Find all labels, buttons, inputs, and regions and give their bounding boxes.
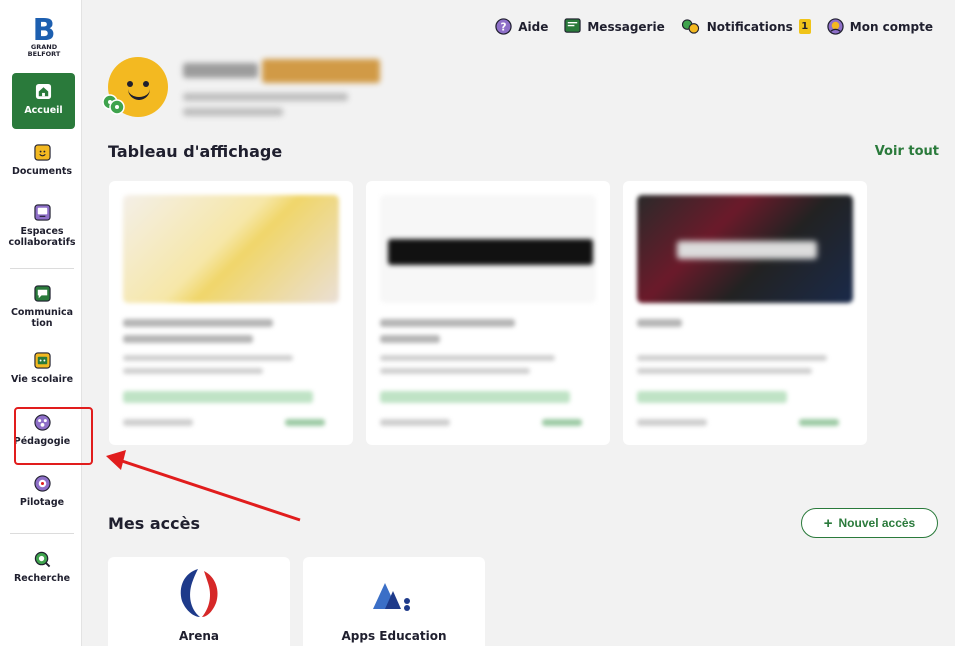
user-school-blurred	[183, 93, 348, 101]
username-blurred	[262, 59, 380, 83]
sidebar-item-label: Vie scolaire	[10, 374, 74, 385]
help-icon: ?	[495, 18, 512, 35]
notifications-label: Notifications	[706, 19, 793, 34]
sidebar-item-label: Communica tion	[10, 307, 74, 329]
grand-belfort-logo[interactable]: B GRAND BELFORT	[26, 13, 62, 58]
news-card-text-blurred	[637, 368, 812, 374]
bulletin-board-title: Tableau d'affichage	[108, 142, 283, 161]
see-all-link[interactable]: Voir tout	[875, 144, 939, 159]
sidebar-item-pilotage[interactable]: Pilotage	[8, 475, 76, 508]
sidebar-item-label: Espaces collaboratifs	[8, 226, 76, 248]
greeting-blurred	[183, 63, 258, 78]
news-card-title-blurred	[380, 335, 440, 343]
news-card-tag-blurred	[123, 391, 313, 403]
logo-line-2: BELFORT	[27, 50, 61, 58]
avatar-mouth	[128, 89, 150, 100]
access-tile-arena[interactable]: Arena	[108, 557, 290, 646]
top-bar: ? Aide Messagerie Notifications 1 Mon co…	[495, 18, 933, 35]
communication-icon	[33, 285, 51, 302]
svg-text:?: ?	[501, 21, 507, 33]
messaging-link[interactable]: Messagerie	[564, 18, 665, 35]
access-tile-label: Arena	[179, 629, 219, 643]
news-card-tag-blurred	[637, 391, 787, 403]
news-card-image	[637, 195, 853, 303]
search-icon	[34, 551, 50, 568]
messaging-icon	[564, 18, 581, 33]
news-card-title-blurred	[123, 335, 253, 343]
my-access-title: Mes accès	[108, 514, 201, 533]
new-access-button[interactable]: + Nouvel accès	[801, 508, 938, 538]
news-card-tag-blurred	[380, 391, 570, 403]
account-label: Mon compte	[849, 19, 933, 34]
account-icon	[827, 18, 844, 35]
school-life-icon	[33, 352, 51, 369]
news-card-title-blurred	[123, 319, 273, 327]
news-card[interactable]	[366, 181, 610, 445]
help-label: Aide	[518, 19, 549, 34]
sidebar-item-accueil[interactable]: Accueil	[12, 73, 75, 129]
sidebar-item-vie-scolaire[interactable]: Vie scolaire	[8, 352, 76, 385]
avatar-eye	[127, 81, 133, 87]
logo-letter: B	[32, 13, 56, 48]
news-card-date-blurred	[380, 419, 450, 426]
sidebar-item-label: Documents	[11, 166, 73, 177]
plus-icon: +	[823, 514, 833, 532]
news-card-title-blurred	[637, 319, 682, 327]
news-card-date-blurred	[123, 419, 193, 426]
avatar-eye	[143, 81, 149, 87]
news-card-title-blurred	[380, 319, 515, 327]
news-card-read-more-blurred[interactable]	[285, 419, 325, 426]
help-link[interactable]: ? Aide	[495, 18, 548, 35]
news-card-text-blurred	[380, 355, 555, 361]
news-card-read-more-blurred[interactable]	[542, 419, 582, 426]
access-tile-apps-education[interactable]: Apps Education	[303, 557, 485, 646]
arena-logo-icon	[180, 569, 218, 617]
news-card[interactable]	[109, 181, 353, 445]
apps-education-logo-icon	[373, 583, 410, 611]
collaborative-spaces-icon	[33, 204, 51, 221]
sidebar-divider	[10, 533, 74, 534]
sidebar: B GRAND BELFORT Accueil Documents Espace…	[0, 0, 82, 646]
news-card-read-more-blurred[interactable]	[799, 419, 839, 426]
home-icon	[35, 83, 52, 100]
sidebar-item-label: Accueil	[24, 105, 63, 116]
user-detail-blurred	[183, 108, 283, 116]
account-link[interactable]: Mon compte	[827, 18, 933, 35]
annotation-highlight-box	[14, 407, 93, 465]
news-card-image	[123, 195, 339, 303]
sidebar-item-communication[interactable]: Communica tion	[8, 285, 76, 329]
news-card-text-blurred	[123, 368, 263, 374]
sidebar-item-label: Recherche	[13, 573, 71, 584]
new-access-label: Nouvel accès	[838, 516, 916, 530]
messaging-label: Messagerie	[587, 19, 665, 34]
steering-icon	[33, 475, 51, 492]
news-card-text-blurred	[637, 355, 827, 361]
sidebar-item-label: Pilotage	[19, 497, 65, 508]
sidebar-divider	[10, 268, 74, 269]
notifications-icon	[681, 19, 699, 34]
news-card-date-blurred	[637, 419, 707, 426]
news-card-text-blurred	[380, 368, 530, 374]
news-card-image	[380, 195, 596, 303]
sidebar-item-espaces-collaboratifs[interactable]: Espaces collaboratifs	[8, 204, 76, 248]
avatar-badge-icon	[102, 94, 125, 115]
notifications-link[interactable]: Notifications 1	[681, 18, 811, 35]
news-card[interactable]	[623, 181, 867, 445]
news-card-text-blurred	[123, 355, 293, 361]
access-tile-label: Apps Education	[341, 629, 447, 643]
notifications-count-badge: 1	[798, 19, 811, 34]
sidebar-item-documents[interactable]: Documents	[8, 144, 76, 177]
documents-icon	[33, 144, 51, 161]
sidebar-item-recherche[interactable]: Recherche	[8, 551, 76, 584]
